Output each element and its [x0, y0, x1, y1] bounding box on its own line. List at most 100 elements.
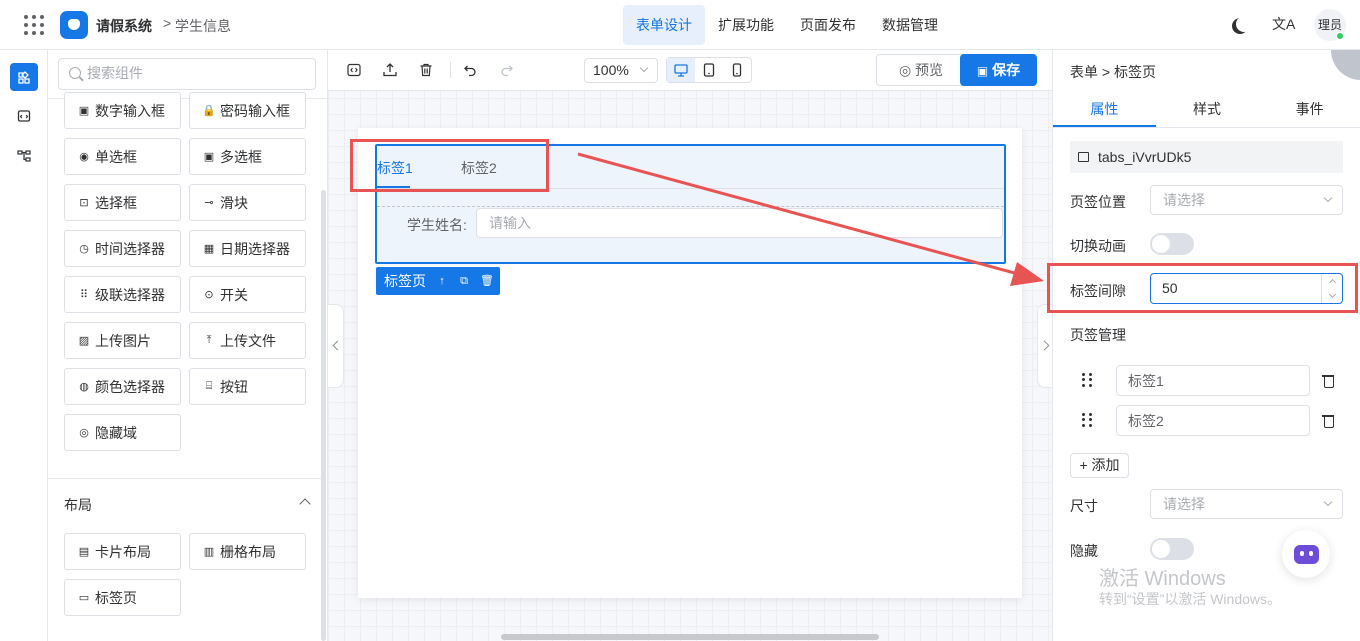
component-slider[interactable]: ⊸ 滑块	[189, 184, 306, 221]
checkbox-icon: ▣	[203, 151, 215, 163]
trash-icon[interactable]	[1322, 374, 1334, 388]
device-switcher	[666, 57, 752, 83]
component-label: 选择框	[95, 194, 137, 211]
trash-icon[interactable]: 🗑	[480, 267, 494, 295]
code-block-icon[interactable]	[10, 102, 38, 130]
mobile-icon[interactable]	[723, 58, 751, 82]
canvas-toolbar: 100% ◎ 预览 ▣ 保存	[328, 50, 1052, 91]
chevron-down-icon	[1323, 193, 1333, 203]
code-icon[interactable]	[346, 62, 362, 78]
tab-events[interactable]: 事件	[1258, 92, 1360, 127]
component-select[interactable]: ⊡ 选择框	[64, 184, 181, 221]
trash-icon[interactable]	[1322, 414, 1334, 428]
collapse-right-panel-handle[interactable]	[1037, 304, 1053, 388]
drag-handle-icon[interactable]	[1082, 413, 1092, 427]
desktop-icon[interactable]	[667, 58, 695, 82]
tab-styles[interactable]: 样式	[1156, 92, 1259, 127]
tablet-icon[interactable]	[695, 58, 723, 82]
switch-animation-toggle[interactable]	[1150, 233, 1194, 255]
hidden-label: 隐藏	[1070, 543, 1098, 559]
component-label: 开关	[220, 286, 248, 303]
nav-form-design[interactable]: 表单设计	[623, 5, 705, 45]
dark-mode-icon[interactable]	[1236, 16, 1252, 32]
delete-icon[interactable]	[418, 62, 434, 78]
app-logo	[60, 11, 88, 39]
component-label: 隐藏域	[95, 424, 137, 441]
search-input[interactable]	[87, 65, 307, 81]
divider	[48, 478, 321, 479]
size-label: 尺寸	[1070, 498, 1098, 514]
add-tab-button[interactable]: + 添加	[1070, 453, 1129, 478]
component-eye-off[interactable]: ◎ 隐藏域	[64, 414, 181, 451]
component-number-input[interactable]: ▣ 数字输入框	[64, 92, 181, 129]
component-label: 按钮	[220, 378, 248, 395]
component-clock[interactable]: ◷ 时间选择器	[64, 230, 181, 267]
zoom-select[interactable]: 100%	[584, 58, 658, 83]
component-cascader[interactable]: ⠿ 级联选择器	[64, 276, 181, 313]
lock-icon: 🔒	[202, 105, 216, 117]
component-lock[interactable]: 🔒 密码输入框	[189, 92, 306, 129]
save-icon: ▣	[976, 64, 989, 78]
component-calendar[interactable]: ▦ 日期选择器	[189, 230, 306, 267]
nav-extensions[interactable]: 扩展功能	[705, 5, 787, 45]
drag-handle-icon[interactable]	[1082, 373, 1092, 387]
apps-grid-icon[interactable]	[24, 15, 44, 35]
tree-structure-icon[interactable]	[10, 142, 38, 170]
nav-data-management[interactable]: 数据管理	[869, 5, 951, 45]
collapse-left-panel-handle[interactable]	[328, 304, 344, 388]
translate-icon[interactable]: 文A	[1272, 14, 1295, 34]
preview-label: 预览	[915, 62, 944, 78]
nav-publish[interactable]: 页面发布	[787, 5, 869, 45]
app-name: 请假系统	[96, 18, 152, 34]
tab-position-select[interactable]: 请选择	[1150, 185, 1343, 215]
ai-assistant-button[interactable]	[1282, 530, 1330, 578]
save-label: 保存	[992, 62, 1021, 78]
top-header: 请假系统 > 学生信息 表单设计 扩展功能 页面发布 数据管理 文A 理员	[0, 0, 1360, 50]
move-up-icon[interactable]: ↑	[436, 267, 448, 295]
size-select[interactable]: 请选择	[1150, 489, 1343, 519]
component-label: 密码输入框	[220, 102, 290, 119]
undo-icon[interactable]	[462, 62, 478, 78]
component-radio[interactable]: ◉ 单选框	[64, 138, 181, 175]
chevron-up-icon[interactable]	[299, 498, 311, 510]
preview-button[interactable]: ◎ 预览	[876, 54, 966, 86]
selected-component-tag: 标签页 ↑ ⧉ 🗑	[376, 267, 500, 295]
image-icon: ▨	[78, 335, 90, 347]
layout-grid-layout[interactable]: ▥ 栅格布局	[189, 533, 306, 570]
online-status-dot	[1336, 32, 1344, 40]
tab-manage-label: 页签管理	[1070, 327, 1126, 343]
switch-icon: ⊙	[204, 289, 214, 301]
layout-label: 栅格布局	[220, 543, 276, 560]
panel-scrollbar[interactable]	[321, 190, 326, 641]
save-button[interactable]: ▣ 保存	[960, 54, 1037, 86]
tab-item-2-input[interactable]	[1116, 405, 1310, 436]
tab-item-1-input[interactable]	[1116, 365, 1310, 396]
layout-section-title: 布局	[64, 497, 92, 513]
layout-tabs[interactable]: ▭ 标签页	[64, 579, 181, 616]
component-id-text: tabs_iVvrUDk5	[1098, 149, 1192, 165]
component-palette[interactable]: ◍ 颜色选择器	[64, 368, 181, 405]
canvas-horizontal-scrollbar[interactable]	[501, 634, 879, 640]
component-label: 上传图片	[95, 332, 151, 349]
search-box[interactable]	[58, 58, 316, 90]
component-button[interactable]: ⌸ 按钮	[189, 368, 306, 405]
component-checkbox[interactable]: ▣ 多选框	[189, 138, 306, 175]
tabs-icon: ▭	[78, 592, 90, 604]
component-image[interactable]: ▨ 上传图片	[64, 322, 181, 359]
property-panel: 表单 > 标签页 属性 样式 事件 tabs_iVvrUDk5 页签位置 请选择…	[1052, 50, 1360, 641]
fullscreen-icon[interactable]	[1331, 50, 1360, 80]
activation-watermark-text: 转到“设置”以激活 Windows。	[1099, 591, 1282, 607]
redo-icon[interactable]	[499, 62, 515, 78]
hidden-toggle[interactable]	[1150, 538, 1194, 560]
student-name-input[interactable]	[476, 208, 1003, 238]
breadcrumb[interactable]: 学生信息	[175, 16, 231, 36]
export-icon[interactable]	[382, 62, 398, 78]
component-switch[interactable]: ⊙ 开关	[189, 276, 306, 313]
tab-attributes[interactable]: 属性	[1053, 92, 1156, 127]
chevron-left-icon	[332, 340, 343, 351]
components-icon[interactable]	[10, 63, 38, 91]
activation-watermark-title: 激活 Windows	[1099, 568, 1226, 590]
copy-icon[interactable]: ⧉	[458, 267, 470, 295]
layout-card[interactable]: ▤ 卡片布局	[64, 533, 181, 570]
component-upload[interactable]: ⤒ 上传文件	[189, 322, 306, 359]
